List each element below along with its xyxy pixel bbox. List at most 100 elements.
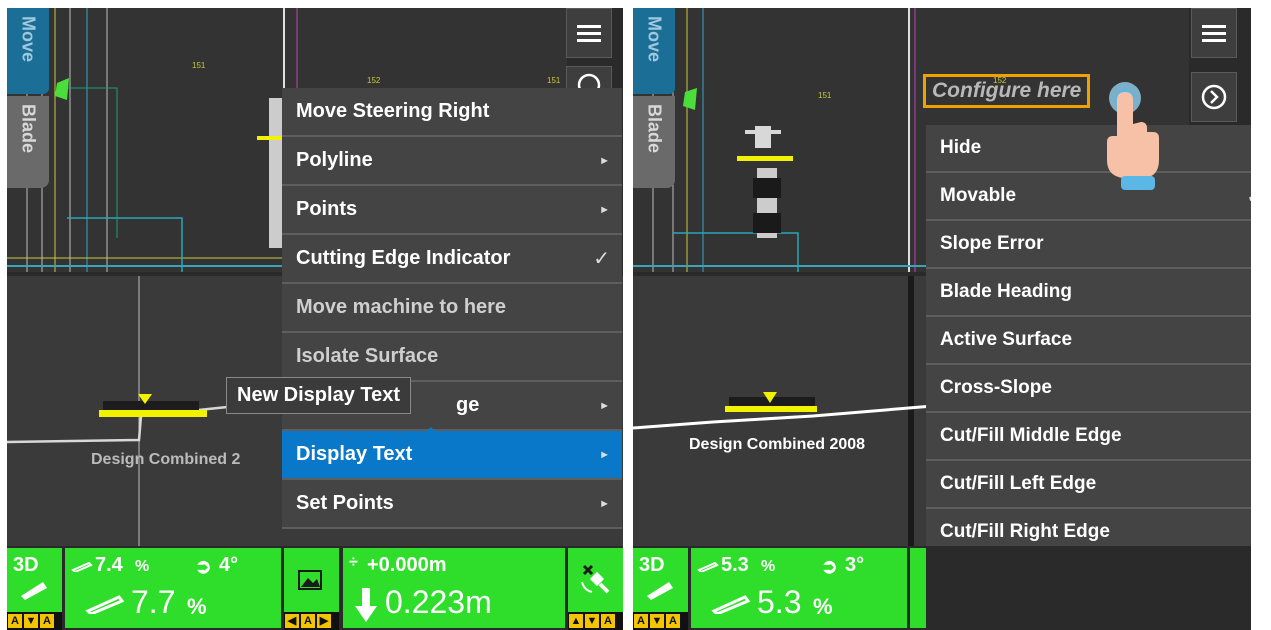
new-display-text-tooltip: New Display Text [226, 377, 412, 414]
status-tile-partial[interactable] [910, 548, 926, 628]
context-menu-item[interactable]: Isolate Surface [282, 333, 622, 382]
cut-fill-readout[interactable]: ÷ +0.000m 0.223m [343, 548, 565, 628]
ind-left-a2: A [666, 614, 680, 628]
indicator-left: A ▼ A [633, 612, 688, 630]
expand-button[interactable] [1191, 72, 1237, 122]
context-menu-item[interactable]: Cutting Edge Indicator ✓ [282, 235, 622, 284]
mode-3d-button[interactable]: 3D [7, 548, 62, 612]
blade-tilt-icon [647, 582, 673, 600]
pointer-hand-icon [1107, 82, 1159, 190]
slope-small-value: 5.3 [721, 554, 749, 576]
hamburger-icon [577, 25, 601, 42]
elevation-offset-icon: ÷ [349, 554, 358, 571]
tooltip-pointer [423, 427, 439, 435]
context-menu-item[interactable]: Set Points ► [282, 480, 622, 529]
display-text-option[interactable]: Hide [926, 125, 1251, 173]
context-menu-item-label: Polyline [296, 149, 373, 171]
slope-small-unit: % [761, 558, 776, 575]
slope-readout[interactable]: 7.4 % ➲ 4° 7.7 % [65, 548, 281, 628]
display-text-option-label: Cut/Fill Middle Edge [940, 425, 1122, 446]
move-tab[interactable]: Move [633, 8, 675, 94]
submenu-arrow-icon: ► [599, 448, 610, 461]
left-screen: 151 152 151 Move Blade Design Combined 2 [7, 8, 623, 630]
move-tab[interactable]: Move [7, 8, 49, 94]
hamburger-menu-button[interactable] [1191, 8, 1237, 58]
ind-mid-left: ◀ [285, 614, 299, 628]
down-arrow-icon [355, 588, 377, 622]
context-menu-item[interactable]: Move Steering Right [282, 88, 622, 137]
display-text-option[interactable]: Blade Heading [926, 269, 1251, 317]
angle-icon: ➲ [821, 556, 838, 578]
context-menu-item-label: Isolate Surface [296, 345, 439, 367]
slope-small-icon [71, 562, 93, 572]
display-text-option-label: Cross-Slope [940, 377, 1052, 398]
context-menu-item-label: Display Text [296, 443, 413, 465]
chevron-right-circle-icon [1201, 84, 1227, 110]
blade-tab[interactable]: Blade [7, 96, 49, 188]
submenu-arrow-icon: ► [599, 399, 610, 412]
display-text-option[interactable]: Cut/Fill Left Edge [926, 461, 1251, 509]
slope-readout[interactable]: 5.3 % ➲ 3° 5.3 % [691, 548, 907, 628]
context-menu: Move Steering Right Polyline ► Points ► Cutti… [282, 88, 622, 529]
display-text-option[interactable]: Active Surface [926, 317, 1251, 365]
hamburger-icon [1202, 25, 1226, 42]
context-menu-item[interactable]: Points ► [282, 186, 622, 235]
display-text-option-label: Active Surface [940, 329, 1073, 350]
svg-text:151: 151 [547, 76, 561, 85]
submenu-arrow-icon: ► [599, 497, 610, 510]
context-menu-item-label: Points [296, 198, 358, 220]
ind-mid-right: ▶ [317, 614, 331, 628]
ind-left-a: A [8, 614, 22, 628]
blade-tab-label: Blade [18, 104, 39, 154]
display-text-option[interactable]: Cross-Slope [926, 365, 1251, 413]
blade-tilt-icon [21, 582, 47, 600]
submenu-arrow-icon: ► [599, 203, 610, 216]
display-text-option[interactable]: Cut/Fill Middle Edge [926, 413, 1251, 461]
context-menu-item-label: Cutting Edge Indicator [296, 247, 511, 269]
blade-tab[interactable]: Blade [633, 96, 675, 188]
context-menu-item-label: Set Points [296, 492, 394, 514]
cut-fill-value: 0.223m [385, 584, 492, 620]
ind-right-down: ▼ [585, 614, 599, 628]
slope-big-icon [711, 595, 751, 614]
display-text-option-label: Cut/Fill Right Edge [940, 521, 1110, 542]
display-text-option-label: Blade Heading [940, 281, 1072, 302]
slope-big-icon [85, 595, 125, 614]
right-screen: 151 152 Move Blade Configure here Design… [633, 8, 1251, 630]
move-tab-label: Move [18, 16, 39, 63]
display-text-option-label: Movable [940, 185, 1017, 206]
status-bar: 3D A ▼ A 5.3 % ➲ 3° 5.3 % [633, 546, 1251, 630]
slope-small-unit: % [135, 558, 150, 575]
context-menu-item[interactable]: Display Text ► [282, 431, 622, 480]
ind-right-up: ▲ [569, 614, 583, 628]
context-menu-item-label: Move machine to here [296, 296, 507, 318]
gnss-status-button[interactable] [568, 548, 623, 612]
context-menu-item-label: Move Steering Right [296, 100, 490, 122]
slope-big-unit: % [187, 594, 207, 619]
angle-value: 3° [845, 554, 865, 576]
svg-text:151: 151 [192, 61, 206, 70]
checkmark-icon: ✓ [1246, 184, 1251, 209]
context-menu-item[interactable]: Move machine to here [282, 284, 622, 333]
mode-3d-label: 3D [13, 554, 39, 576]
configure-label: Configure here [932, 79, 1082, 102]
display-text-option[interactable]: Movable ✓ [926, 173, 1251, 221]
configure-here-text[interactable]: Configure here [923, 74, 1091, 108]
image-view-button[interactable] [284, 548, 339, 612]
elevation-offset-value: +0.000m [367, 554, 447, 576]
slope-big-value: 5.3 [757, 584, 802, 620]
display-text-option[interactable]: Slope Error [926, 221, 1251, 269]
hamburger-menu-button[interactable] [566, 8, 612, 58]
image-icon [298, 570, 322, 590]
svg-text:151: 151 [818, 91, 832, 100]
display-text-option-label: Cut/Fill Left Edge [940, 473, 1097, 494]
context-menu-item[interactable]: Polyline ► [282, 137, 622, 186]
satellite-icon [581, 564, 610, 594]
blade-tab-label: Blade [644, 104, 665, 154]
ind-mid-a: A [301, 614, 315, 628]
submenu-arrow-icon: ► [599, 154, 610, 167]
checkmark-icon: ✓ [593, 248, 610, 270]
ind-left-down: ▼ [650, 614, 664, 628]
mode-3d-button[interactable]: 3D [633, 548, 688, 612]
design-surface-label: Design Combined 2 [91, 451, 241, 468]
